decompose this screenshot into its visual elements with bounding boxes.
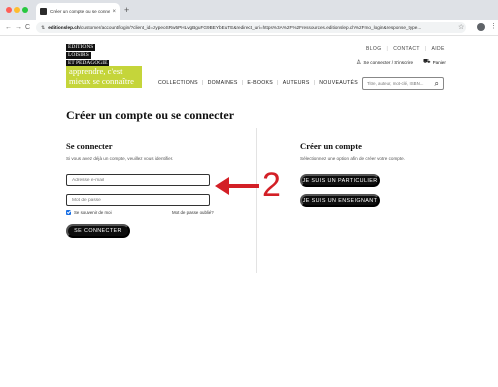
url-path: /customer/account/login/?client_id=zypeo… <box>79 25 422 30</box>
site-tagline: apprendre, c'est mieux se connaître <box>66 66 142 88</box>
browser-menu-icon[interactable]: ⋮ <box>490 22 497 30</box>
tagline-line-1: apprendre, c'est <box>69 66 123 76</box>
separator: | <box>201 80 204 86</box>
site-favicon-icon <box>40 8 47 15</box>
tab-title: Créer un compte ou se conne... <box>50 9 111 14</box>
account-link[interactable]: Se connecter / S'inscrire <box>363 60 413 65</box>
account-row: ♙ Se connecter / S'inscrire ⛟ Panier <box>356 58 446 66</box>
bookmark-star-icon[interactable]: ☆ <box>458 23 464 31</box>
top-link-blog[interactable]: BLOG <box>366 46 382 52</box>
forward-arrow-icon[interactable]: → <box>15 23 22 32</box>
enseignant-button[interactable]: JE SUIS UN ENSEIGNANT <box>300 194 380 207</box>
close-window-button[interactable] <box>6 7 12 13</box>
new-tab-button[interactable]: + <box>124 4 129 16</box>
separator: | <box>386 46 389 52</box>
create-account-intro: Sélectionnez une option afin de créer vo… <box>300 156 405 161</box>
annotation-arrow-icon <box>215 177 259 195</box>
separator: | <box>313 80 316 86</box>
remember-label: Se souvenir de moi <box>74 210 112 215</box>
logo-line-2: LOISIRS <box>66 52 91 59</box>
annotation-number: 2 <box>262 166 281 204</box>
url-text: editionslep.ch/customer/account/login/?c… <box>48 25 421 30</box>
separator: | <box>241 80 244 86</box>
top-link-aide[interactable]: AIDE <box>432 46 445 52</box>
browser-tab-bar: Créer un compte ou se conne... × + <box>0 0 498 20</box>
create-account-heading: Créer un compte <box>300 141 362 151</box>
cart-link[interactable]: Panier <box>433 60 446 65</box>
top-link-contact[interactable]: CONTACT <box>393 46 420 52</box>
cart-icon: ⛟ <box>423 59 431 65</box>
separator: | <box>424 46 427 52</box>
nav-item-collections[interactable]: COLLECTIONS <box>158 80 198 86</box>
tagline-line-2: mieux se connaître <box>69 76 134 86</box>
login-button[interactable]: SE CONNECTER <box>66 224 130 238</box>
search-icon[interactable]: ⌕ <box>435 79 439 88</box>
column-divider <box>256 128 257 273</box>
page-title: Créer un compte ou se connecter <box>66 108 235 122</box>
remember-checkbox[interactable] <box>66 210 71 215</box>
address-bar[interactable]: ⇅ editionslep.ch/customer/account/login/… <box>36 22 466 33</box>
separator: | <box>277 80 279 86</box>
site-info-icon[interactable]: ⇅ <box>41 25 45 31</box>
login-heading: Se connecter <box>66 141 113 151</box>
url-host: editionslep.ch <box>48 25 80 30</box>
search-placeholder: Titre, auteur, mot-clé, ISBN... <box>367 81 424 86</box>
browser-tab[interactable]: Créer un compte ou se conne... × <box>36 3 120 20</box>
reload-icon[interactable]: C <box>25 23 30 32</box>
particulier-button[interactable]: JE SUIS UN PARTICULIER <box>300 174 380 187</box>
profile-avatar-icon[interactable] <box>477 23 485 31</box>
tab-close-icon[interactable]: × <box>112 9 116 15</box>
person-icon: ♙ <box>356 59 362 66</box>
main-nav: COLLECTIONS | DOMAINES | E-BOOKS | AUTEU… <box>158 80 358 86</box>
logo-line-1: ÉDITIONS <box>66 44 96 51</box>
minimize-window-button[interactable] <box>14 7 20 13</box>
nav-item-ebooks[interactable]: E-BOOKS <box>247 80 273 86</box>
email-field[interactable] <box>66 174 210 186</box>
password-field[interactable] <box>66 194 210 206</box>
login-intro: Si vous avez déjà un compte, veuillez vo… <box>66 156 174 161</box>
nav-item-auteurs[interactable]: AUTEURS <box>283 80 310 86</box>
search-input[interactable]: Titre, auteur, mot-clé, ISBN... ⌕ <box>362 77 444 90</box>
remember-me[interactable]: Se souvenir de moi <box>66 210 112 215</box>
maximize-window-button[interactable] <box>22 7 28 13</box>
top-links: BLOG | CONTACT | AIDE <box>366 46 445 52</box>
forgot-password-link[interactable]: Mot de passe oublié? <box>172 210 214 215</box>
nav-item-nouveautes[interactable]: NOUVEAUTÉS <box>319 80 358 86</box>
browser-toolbar: ← → C ⇅ editionslep.ch/customer/account/… <box>0 20 498 36</box>
nav-item-domaines[interactable]: DOMAINES <box>208 80 238 86</box>
back-arrow-icon[interactable]: ← <box>5 23 12 32</box>
